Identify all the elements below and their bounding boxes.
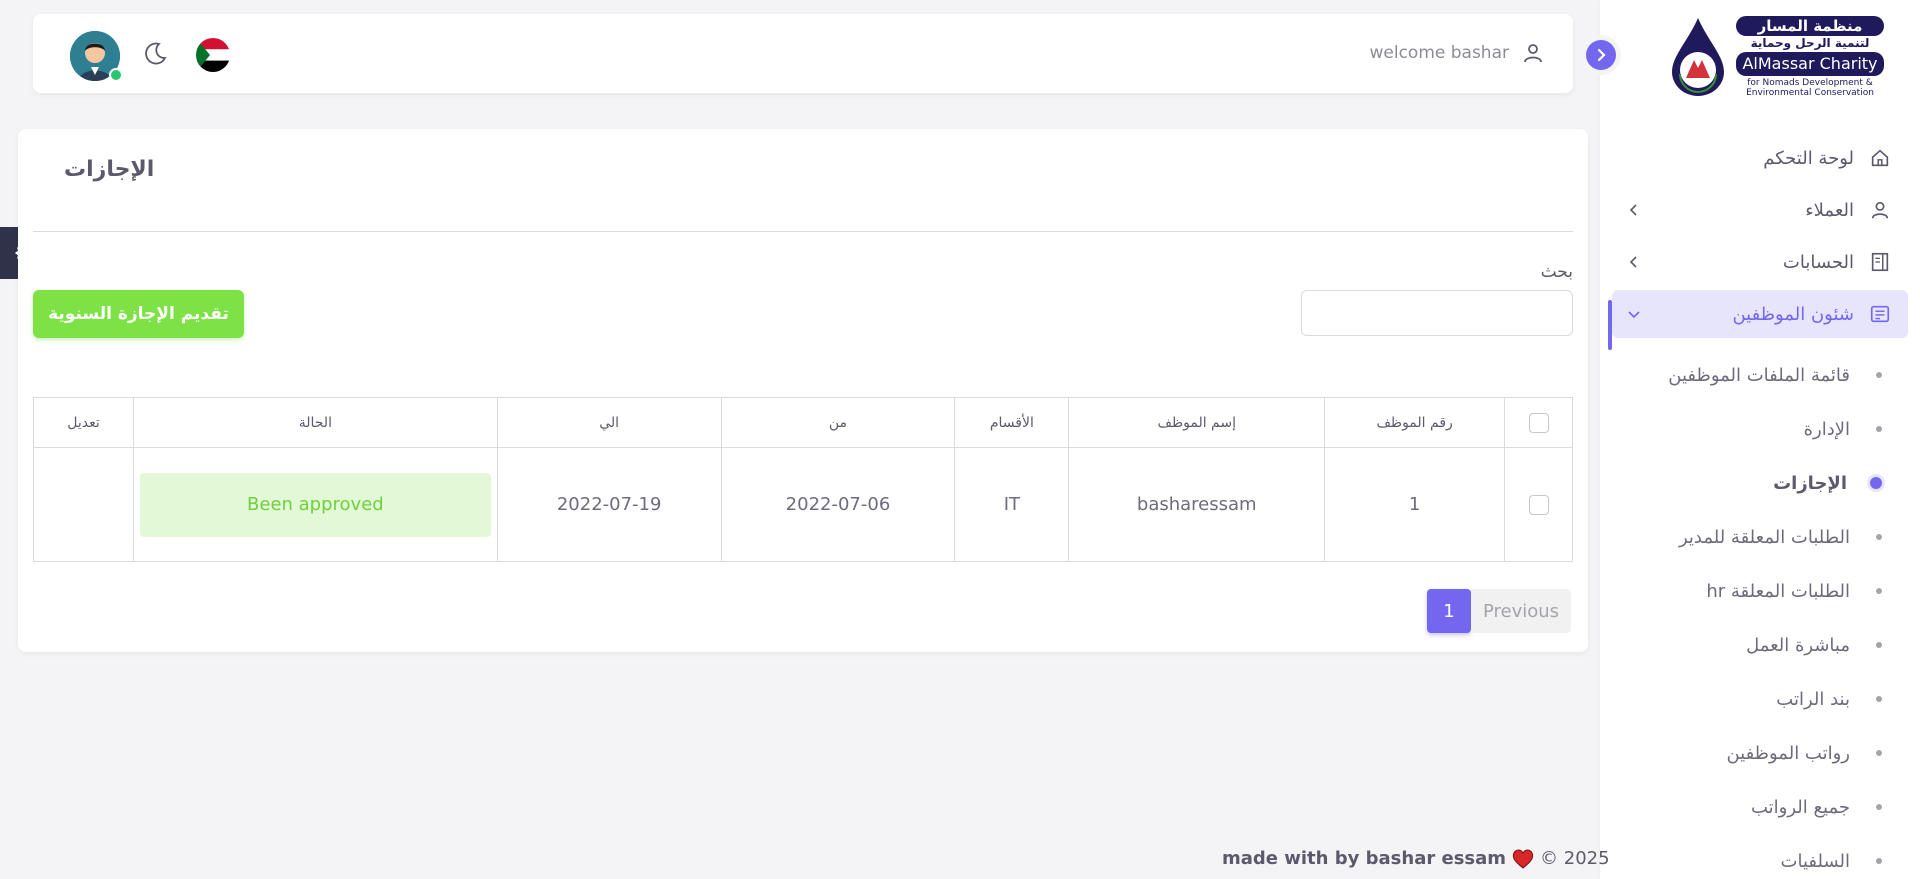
row-select-cell [1504, 447, 1573, 562]
bullet-icon [1876, 588, 1882, 594]
sidebar-subitem-pending-manager[interactable]: الطلبات المعلقة للمدير [1600, 510, 1920, 564]
sidebar-subitem-label: بند الراتب [1776, 688, 1850, 710]
sidebar-subitem-label: رواتب الموظفين [1726, 742, 1850, 764]
chevron-down-icon [1628, 311, 1640, 319]
column-header-department[interactable]: الأقسام [954, 397, 1070, 448]
sidebar-subitem-label: الإدارة [1803, 418, 1850, 440]
sudan-flag-icon [196, 38, 230, 72]
page-number-button[interactable]: 1 [1427, 589, 1471, 633]
sidebar-item-dashboard[interactable]: لوحة التحكم [1612, 134, 1908, 182]
sidebar-item-label: شئون الموظفين [1732, 303, 1854, 325]
sidebar-item-hr[interactable]: شئون الموظفين [1612, 290, 1908, 338]
table-row: 1 basharessam IT 2022-07-06 2022-07-19 B… [33, 447, 1573, 562]
sidebar-subitem-employee-files[interactable]: قائمة الملفات الموظفين [1600, 348, 1920, 402]
bullet-icon [1876, 804, 1882, 810]
water-drop-logo-icon [1672, 18, 1724, 96]
sidebar-subitem-label: قائمة الملفات الموظفين [1668, 364, 1850, 386]
sidebar-subitem-label: الطلبات المعلقة hr [1706, 580, 1850, 602]
sidebar-item-label: الحسابات [1782, 251, 1854, 273]
logo-english-tagline: for Nomads Development & Environmental C… [1746, 78, 1874, 98]
leaves-card: الإجازات بحث تقديم الإجازة السنوية رقم ا… [18, 129, 1588, 652]
sidebar-subitem-pending-hr[interactable]: الطلبات المعلقة hr [1600, 564, 1920, 618]
pagination: 1 Previous [1427, 589, 1571, 633]
bullet-icon [1876, 642, 1882, 648]
sidebar-menu: لوحة التحكم العملاء الحسابات شئون الموظف… [1600, 130, 1920, 879]
search-input[interactable] [1301, 290, 1573, 336]
sidebar: منظمة المسار الخيرية لتنمية الرحل وحماية… [1586, 0, 1920, 879]
row-checkbox[interactable] [1528, 495, 1549, 515]
welcome-text: welcome bashar [1369, 43, 1509, 63]
footer-credit: made with by bashar essam [1222, 848, 1507, 869]
user-icon [1524, 44, 1542, 63]
divider [33, 231, 1573, 232]
sidebar-item-clients[interactable]: العملاء [1612, 186, 1908, 234]
document-icon [1868, 302, 1892, 326]
sidebar-subitem-all-salaries[interactable]: جميع الرواتب [1600, 780, 1920, 834]
dark-mode-toggle[interactable] [141, 40, 169, 72]
cell-department: IT [954, 447, 1070, 562]
select-all-checkbox[interactable] [1528, 412, 1549, 433]
bullet-icon [1876, 696, 1882, 702]
sidebar-collapse-button[interactable] [1586, 40, 1616, 70]
user-icon [1868, 198, 1892, 222]
sidebar-subitem-label: مباشرة العمل [1746, 634, 1850, 656]
welcome-user: welcome bashar [1369, 41, 1545, 65]
book-icon [1868, 250, 1892, 274]
column-header-from[interactable]: من [720, 397, 956, 448]
brand-logo[interactable]: منظمة المسار الخيرية لتنمية الرحل وحماية… [1664, 12, 1884, 98]
chevron-left-icon [1629, 256, 1637, 268]
cell-status: Been approved [132, 447, 498, 562]
footer: made with by bashar essam © 2025 [1222, 848, 1610, 869]
language-switcher[interactable] [196, 38, 230, 72]
submit-annual-leave-button[interactable]: تقديم الإجازة السنوية [33, 290, 244, 338]
sidebar-item-accounts[interactable]: الحسابات [1612, 238, 1908, 286]
sidebar-item-label: العملاء [1805, 199, 1854, 221]
cell-to-date: 2022-07-19 [496, 447, 722, 562]
bullet-icon [1876, 534, 1882, 540]
sidebar-subitem-employee-salaries[interactable]: رواتب الموظفين [1600, 726, 1920, 780]
sidebar-subitem-label: الإجازات [1773, 472, 1847, 494]
cell-employee-name: basharessam [1068, 447, 1326, 562]
bullet-icon [1870, 477, 1882, 489]
cell-edit[interactable] [33, 447, 134, 562]
footer-copyright: © 2025 [1540, 848, 1610, 869]
leaves-table: رقم الموظف إسم الموظف الأقسام من الي الح… [33, 397, 1573, 562]
sidebar-subitem-leaves[interactable]: الإجازات [1600, 456, 1920, 510]
top-navbar: welcome bashar [33, 14, 1573, 93]
online-status-indicator [109, 68, 123, 82]
chevron-left-icon [1629, 204, 1637, 216]
home-icon [1868, 146, 1892, 170]
cell-from-date: 2022-07-06 [720, 447, 956, 562]
column-header-employee-name[interactable]: إسم الموظف [1068, 397, 1326, 448]
sidebar-subitem-administration[interactable]: الإدارة [1600, 402, 1920, 456]
logo-arabic-name: منظمة المسار الخيرية [1736, 16, 1884, 55]
bullet-icon [1876, 372, 1882, 378]
column-header-employee-id[interactable]: رقم الموظف [1324, 397, 1506, 448]
cell-employee-id: 1 [1324, 447, 1506, 562]
sidebar-subitem-advances[interactable]: السلفيات [1600, 834, 1920, 879]
status-badge: Been approved [139, 472, 491, 537]
column-header-status[interactable]: الحالة [132, 397, 498, 448]
previous-page-button[interactable]: Previous [1471, 589, 1571, 633]
bullet-icon [1876, 858, 1882, 864]
page-title: الإجازات [64, 157, 155, 182]
heart-icon [1512, 849, 1534, 869]
chevron-right-icon [1597, 48, 1606, 62]
column-header-edit[interactable]: تعديل [33, 397, 134, 448]
sidebar-subitem-salary-item[interactable]: بند الراتب [1600, 672, 1920, 726]
sidebar-subitem-label: جميع الرواتب [1750, 796, 1850, 818]
moon-icon [145, 42, 167, 65]
sidebar-subitem-work-start[interactable]: مباشرة العمل [1600, 618, 1920, 672]
column-header-to[interactable]: الي [496, 397, 722, 448]
bullet-icon [1876, 750, 1882, 756]
bullet-icon [1876, 426, 1882, 432]
sidebar-subitem-label: الطلبات المعلقة للمدير [1678, 526, 1850, 548]
table-header-row: رقم الموظف إسم الموظف الأقسام من الي الح… [33, 397, 1573, 448]
search-label: بحث [1540, 262, 1573, 282]
select-all-cell [1504, 397, 1573, 448]
sidebar-subitem-label: السلفيات [1780, 850, 1850, 872]
logo-english-name: AlMassar Charity [1736, 52, 1884, 76]
sidebar-item-label: لوحة التحكم [1763, 147, 1854, 169]
